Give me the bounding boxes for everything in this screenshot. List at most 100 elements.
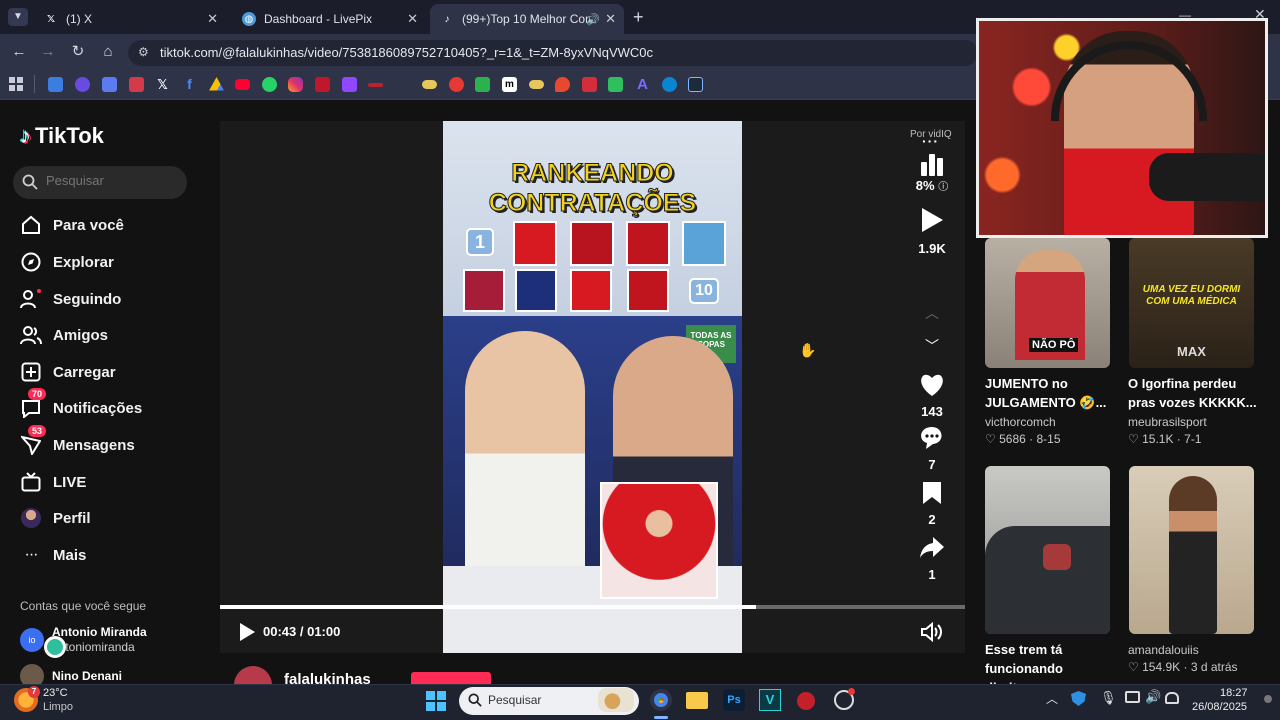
bookmark-instagram-icon[interactable] (288, 77, 303, 92)
like-button[interactable]: 143 (910, 373, 954, 419)
nav-seguindo[interactable]: Seguindo (20, 287, 121, 311)
tab-search-button[interactable]: ▼ (8, 8, 28, 26)
recommendation-thumbnail[interactable]: NÃO PÔ (985, 238, 1110, 368)
prev-video-button[interactable]: ︿ (910, 303, 954, 323)
file-explorer-icon[interactable] (686, 692, 708, 709)
progress-bar[interactable] (220, 605, 965, 609)
bookmark-yellow2-icon[interactable] (529, 80, 544, 89)
home-icon (20, 214, 42, 236)
bookmark-youtube-icon[interactable] (235, 79, 250, 90)
bookmark-whatsapp2-icon[interactable] (608, 77, 623, 92)
nav-explorar[interactable]: Explorar (20, 250, 114, 274)
nav-mais[interactable]: ··· Mais (20, 543, 87, 567)
progress-fill (220, 605, 757, 609)
tab-tiktok[interactable]: ♪ (99+)Top 10 Melhor Contra 🔊 ✕ (430, 4, 624, 34)
vegas-icon[interactable]: V (759, 689, 781, 711)
home-icon[interactable]: ⌂ (99, 43, 117, 61)
poll-stats[interactable]: 8% ⓘ (910, 152, 954, 193)
views-stat[interactable]: 1.9K (910, 206, 954, 256)
recommendation-user[interactable]: amandalouiis (1128, 643, 1199, 657)
forward-icon[interactable]: → (39, 43, 57, 61)
tray-microphone-icon[interactable]: 🎙 (1100, 690, 1117, 706)
minimize-window-icon[interactable]: — (1179, 8, 1191, 22)
app-red-icon[interactable] (797, 692, 815, 710)
nav-carregar[interactable]: Carregar (20, 360, 116, 384)
recommendation-thumbnail[interactable] (1129, 466, 1254, 634)
followed-account[interactable]: io Antonio Miranda antoniomiranda (20, 625, 147, 655)
recommendation-thumbnail[interactable] (985, 466, 1110, 634)
bookmark-twitch-icon[interactable] (342, 77, 357, 92)
windows-start-icon[interactable] (426, 691, 446, 711)
weather-condition[interactable]: Limpo (43, 701, 73, 713)
reload-icon[interactable]: ↻ (69, 43, 87, 61)
clock-date[interactable]: 26/08/2025 (1192, 701, 1247, 713)
saves-count: 2 (928, 512, 936, 527)
play-icon[interactable] (238, 622, 256, 642)
bookmark-red-icon[interactable] (129, 77, 144, 92)
bookmark-dell-icon[interactable] (662, 77, 677, 92)
nav-perfil[interactable]: Perfil (20, 506, 91, 530)
volume-icon[interactable] (921, 622, 943, 642)
close-tab-icon[interactable]: ✕ (407, 11, 418, 27)
next-video-button[interactable]: ﹀ (910, 336, 954, 356)
recommendation-title[interactable]: JUMENTO no JULGAMENTO 🤣... (985, 374, 1115, 412)
nav-amigos[interactable]: Amigos (20, 323, 108, 347)
apps-grid-icon[interactable] (9, 77, 23, 91)
tab-x[interactable]: 𝕏 (1) X ✕ (34, 4, 226, 34)
new-tab-button[interactable]: + (633, 7, 644, 28)
tiktok-logo[interactable]: ♪ TikTok (20, 123, 104, 149)
bookmark-layers-icon[interactable] (48, 77, 63, 92)
notification-center-icon[interactable] (1264, 695, 1272, 703)
share-button[interactable]: 1 (910, 536, 954, 582)
bookmark-c-icon[interactable] (688, 77, 703, 92)
chrome-taskbar-icon[interactable] (650, 689, 672, 711)
bookmark-fire-icon[interactable] (555, 77, 570, 92)
bookmark-yellow-icon[interactable] (422, 80, 437, 89)
site-info-icon[interactable]: ⚙ (138, 45, 149, 59)
save-button[interactable]: 2 (910, 481, 954, 527)
bookmark-red3-icon[interactable] (582, 77, 597, 92)
photoshop-icon[interactable]: Ps (723, 689, 745, 711)
bookmark-download-icon[interactable] (75, 77, 90, 92)
bookmark-dash-icon[interactable] (368, 83, 383, 87)
nav-live[interactable]: LIVE (20, 470, 86, 494)
nav-mensagens[interactable]: 53 Mensagens (20, 425, 135, 457)
url-text[interactable]: tiktok.com/@falalukinhas/video/753818608… (160, 45, 653, 60)
player-card (627, 269, 669, 312)
search-input[interactable] (46, 173, 176, 188)
tab-livepix[interactable]: ◍ Dashboard - LivePix ✕ (232, 4, 426, 34)
bookmark-x-icon[interactable]: 𝕏 (155, 77, 170, 92)
comment-button[interactable]: 7 (910, 426, 954, 472)
close-tab-icon[interactable]: ✕ (207, 11, 218, 27)
bookmark-facebook-icon[interactable]: f (182, 77, 197, 92)
bookmark-g-icon[interactable] (449, 77, 464, 92)
bookmark-a-icon[interactable]: A (635, 77, 650, 92)
player-card (513, 221, 557, 266)
tray-network-icon[interactable] (1125, 691, 1140, 703)
tray-battery-icon[interactable] (1165, 692, 1179, 704)
recommendation-user[interactable]: victhorcomch (985, 415, 1056, 429)
more-options-icon[interactable]: ··· (922, 133, 939, 149)
poll-percentage: 8% ⓘ (915, 178, 949, 193)
recommendation-thumbnail[interactable]: UMA VEZ EU DORMI COM UMA MÉDICA MAX (1129, 238, 1254, 368)
clock-time[interactable]: 18:27 (1220, 687, 1248, 699)
following-icon (20, 288, 42, 310)
bookmark-green-icon[interactable] (475, 77, 490, 92)
recommendation-user[interactable]: meubrasilsport (1128, 415, 1207, 429)
weather-temp[interactable]: 23°C (43, 687, 68, 699)
comments-count: 7 (928, 457, 936, 472)
close-window-icon[interactable]: ✕ (1254, 6, 1266, 23)
speaker-icon[interactable]: 🔊 (586, 13, 600, 26)
nav-notificacoes[interactable]: 70 Notificações (20, 388, 142, 420)
tray-overflow-icon[interactable]: ︿ (1046, 690, 1058, 707)
back-icon[interactable]: ← (10, 43, 28, 61)
tray-volume-icon[interactable]: 🔊 (1145, 689, 1161, 705)
bookmark-feather-icon[interactable] (102, 77, 117, 92)
bookmark-whatsapp-icon[interactable] (262, 77, 277, 92)
nav-para-voce[interactable]: Para você (20, 213, 124, 237)
bookmark-m-icon[interactable]: m (502, 77, 517, 92)
video-player[interactable]: RANKEANDO CONTRATAÇÕES 1 10 TODAS AS COP… (443, 121, 742, 653)
recommendation-title[interactable]: O Igorfina perdeu pras vozes KKKKK... (1128, 374, 1258, 412)
close-tab-icon[interactable]: ✕ (605, 11, 616, 27)
bookmark-red2-icon[interactable] (315, 77, 330, 92)
